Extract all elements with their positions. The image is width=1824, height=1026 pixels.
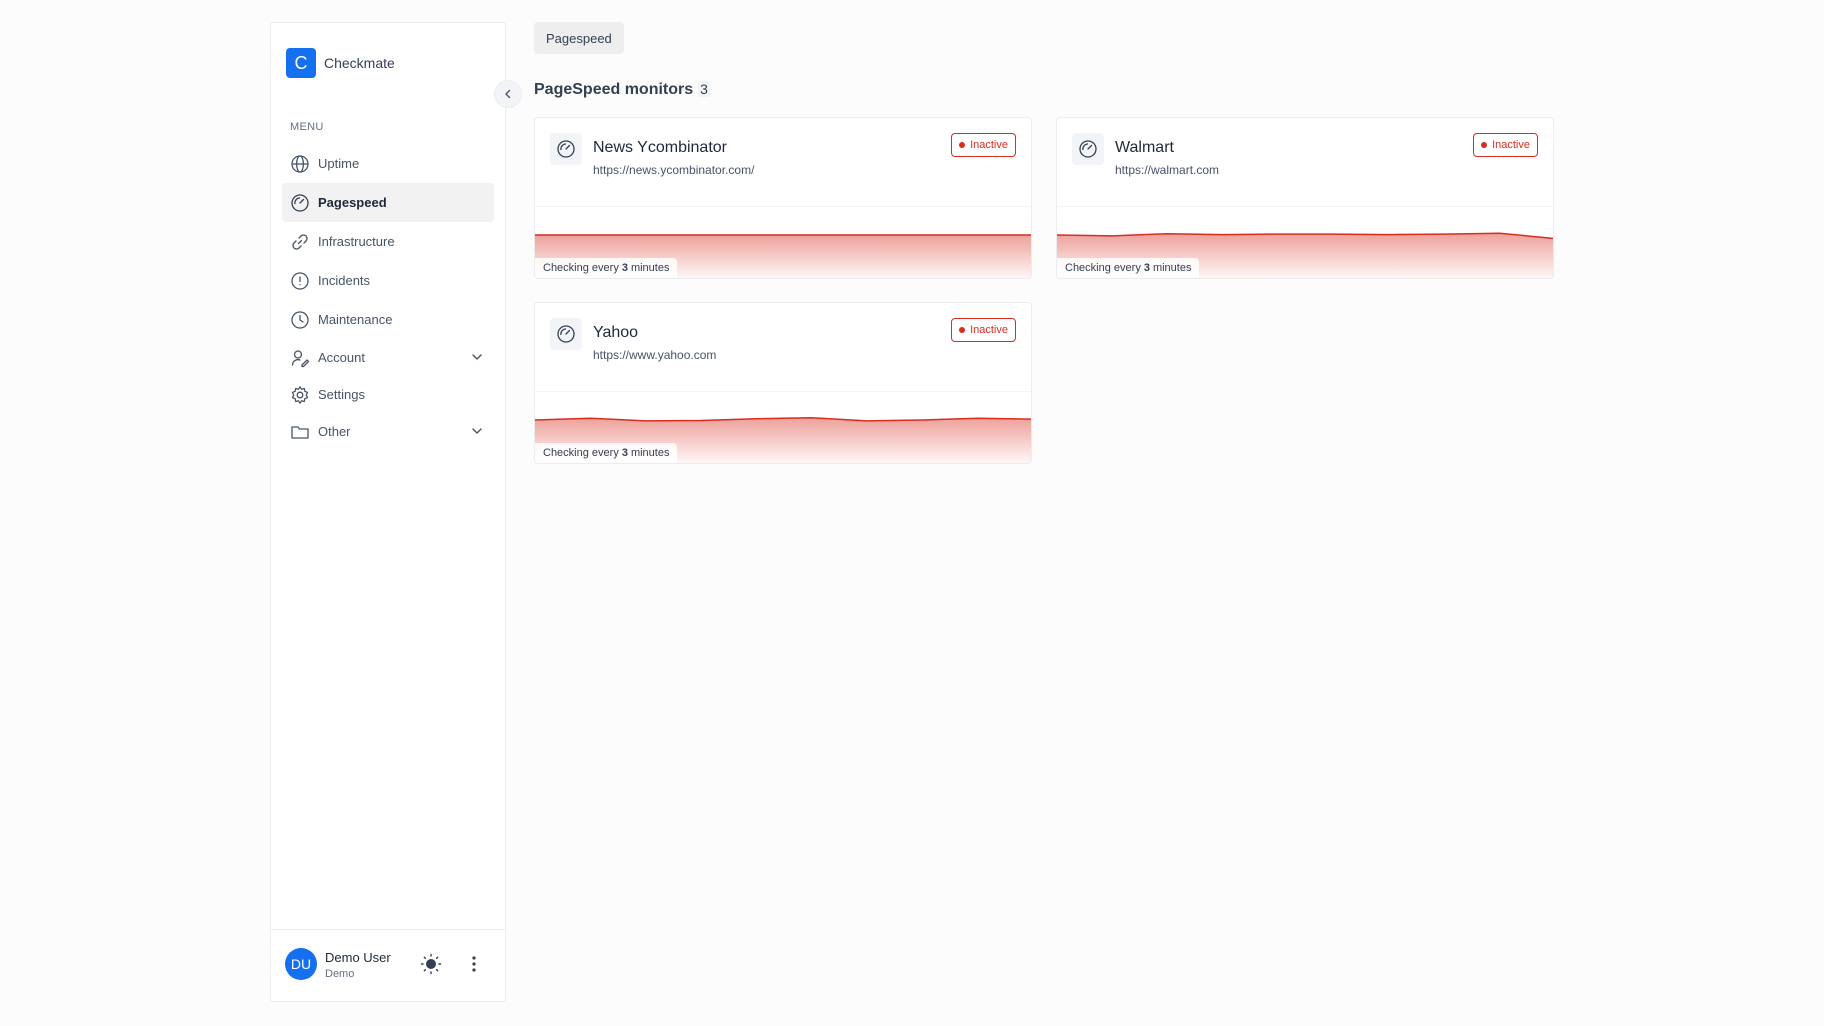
monitor-card[interactable]: Yahoo https://www.yahoo.com Inactive Che…	[534, 302, 1032, 464]
page-title-text: PageSpeed monitors	[534, 81, 694, 98]
user-panel: DU Demo User Demo	[271, 929, 505, 1001]
sidebar-item-label: Settings	[318, 387, 365, 402]
status-badge: Inactive	[1473, 133, 1538, 157]
status-badge: Inactive	[951, 133, 1016, 157]
sun-icon	[420, 953, 442, 975]
card-divider	[535, 391, 1031, 392]
user-role: Demo	[325, 968, 355, 980]
sidebar-item-label: Infrastructure	[318, 234, 395, 249]
monitor-url: https://news.ycombinator.com/	[593, 163, 755, 177]
card-divider	[1057, 206, 1553, 207]
note-value: 3	[1143, 262, 1150, 274]
status-label: Inactive	[1492, 139, 1530, 151]
note-suffix: minutes	[1152, 262, 1192, 274]
breadcrumb[interactable]: Pagespeed	[534, 22, 624, 54]
sidebar-nav: Uptime Pagespeed Infrastructure Incident…	[282, 144, 494, 450]
sidebar-item-other[interactable]: Other	[282, 413, 494, 450]
monitor-name: News Ycombinator	[593, 139, 727, 156]
more-vertical-icon	[472, 956, 476, 972]
speedometer-icon	[550, 318, 582, 350]
app-logo[interactable]: C Checkmate	[286, 48, 395, 78]
chevron-left-icon	[505, 89, 511, 99]
alert-circle-icon	[290, 271, 310, 291]
monitor-url: https://www.yahoo.com	[593, 348, 717, 362]
sidebar-item-settings[interactable]: Settings	[282, 376, 494, 413]
clock-icon	[290, 310, 310, 330]
card-divider	[535, 206, 1031, 207]
status-label: Inactive	[970, 139, 1008, 151]
sidebar-item-label: Account	[318, 350, 365, 365]
gear-icon	[290, 385, 310, 405]
status-dot	[959, 327, 966, 333]
sidebar-item-incidents[interactable]: Incidents	[282, 261, 494, 300]
check-interval-note: Checking every 3 minutes	[535, 258, 678, 278]
note-prefix: Checking every	[543, 262, 619, 274]
status-dot	[1481, 142, 1488, 148]
speedometer-icon	[1072, 133, 1104, 165]
sidebar-item-maintenance[interactable]: Maintenance	[282, 300, 494, 339]
status-label: Inactive	[970, 324, 1008, 336]
monitor-card[interactable]: Walmart https://walmart.com Inactive Che…	[1056, 117, 1554, 279]
note-suffix: minutes	[630, 447, 670, 459]
status-badge: Inactive	[951, 318, 1016, 342]
menu-section-label: MENU	[290, 121, 324, 133]
sidebar-item-account[interactable]: Account	[282, 339, 494, 376]
user-name: Demo User	[325, 950, 391, 965]
note-suffix: minutes	[630, 262, 670, 274]
user-menu-button[interactable]	[464, 952, 484, 976]
note-value: 3	[621, 447, 628, 459]
sidebar-item-label: Uptime	[318, 156, 360, 171]
chevron-down-icon	[472, 354, 482, 360]
monitor-url: https://walmart.com	[1115, 163, 1220, 177]
monitor-card[interactable]: News Ycombinator https://news.ycombinato…	[534, 117, 1032, 279]
sidebar-item-label: Incidents	[318, 273, 371, 288]
sidebar-item-label: Maintenance	[318, 312, 393, 327]
sidebar-item-pagespeed[interactable]: Pagespeed	[282, 183, 494, 222]
collapse-sidebar-button[interactable]	[494, 80, 522, 108]
sidebar-item-infrastructure[interactable]: Infrastructure	[282, 222, 494, 261]
note-prefix: Checking every	[1065, 262, 1141, 274]
sidebar-item-label: Other	[318, 424, 351, 439]
theme-toggle-button[interactable]	[419, 952, 443, 976]
link-icon	[290, 232, 310, 252]
folder-icon	[290, 422, 310, 442]
user-edit-icon	[290, 348, 310, 368]
monitor-name: Yahoo	[593, 324, 639, 341]
sidebar-item-label: Pagespeed	[318, 195, 387, 210]
page-title: PageSpeed monitors 3	[534, 81, 710, 99]
globe-icon	[290, 154, 310, 174]
logo-mark: C	[286, 48, 316, 78]
sidebar-item-uptime[interactable]: Uptime	[282, 144, 494, 183]
app-name: Checkmate	[324, 55, 395, 71]
check-interval-note: Checking every 3 minutes	[535, 443, 678, 463]
status-dot	[959, 142, 966, 148]
chevron-down-icon	[472, 428, 482, 434]
sidebar: C Checkmate MENU Uptime Pagespeed Infras…	[270, 22, 522, 1002]
note-value: 3	[621, 262, 628, 274]
speedometer-icon	[550, 133, 582, 165]
monitor-name: Walmart	[1115, 139, 1174, 156]
check-interval-note: Checking every 3 minutes	[1057, 258, 1200, 278]
monitor-count: 3	[698, 81, 710, 97]
note-prefix: Checking every	[543, 447, 619, 459]
speedometer-icon	[290, 193, 310, 213]
avatar[interactable]: DU	[285, 948, 317, 980]
